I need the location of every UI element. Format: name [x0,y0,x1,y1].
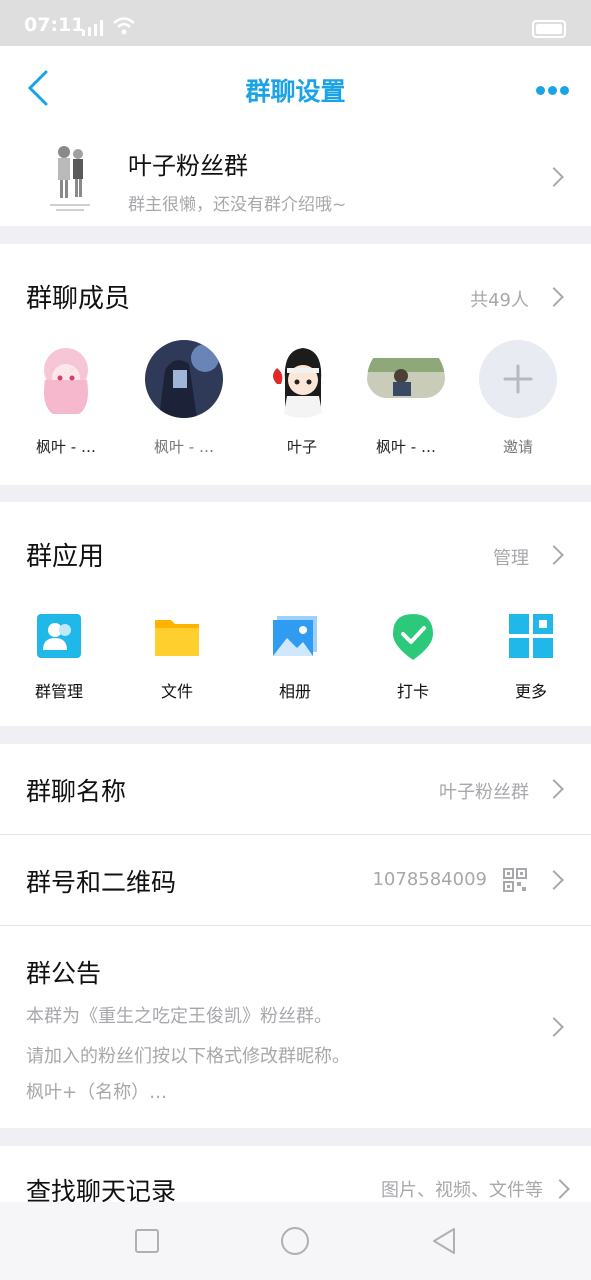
members-title: 群聊成员 [26,284,131,314]
wifi-icon [113,17,135,35]
home-icon[interactable] [280,1226,310,1256]
app-label: 群管理 [34,682,83,701]
chevron-right-icon [544,167,564,187]
app-label: 文件 [160,682,193,701]
recent-apps-icon[interactable] [134,1228,160,1254]
group-name: 叶子粉丝群 [128,152,248,180]
plus-icon [479,340,557,418]
folder-icon [155,620,199,656]
search-history-value: 图片、视频、文件等 [381,1180,543,1201]
more-grid-icon [509,614,553,658]
member-name: 枫叶 - … [376,438,436,456]
group-apps-card: 群应用 管理 群管理 文件 相册 打卡 更多 [0,502,591,726]
members-count[interactable]: 共49人 [470,286,529,312]
qr-code-icon[interactable] [503,868,527,892]
status-time: 07:11 [24,14,85,36]
group-notice-label: 群公告 [26,959,102,988]
member-avatar [367,340,445,418]
members-card: 群聊成员 共49人 枫叶 - … 枫叶 - … 叶子 枫叶 - … 邀请 [0,244,591,485]
member-item[interactable]: 叶子 [254,340,350,457]
chevron-right-icon[interactable] [544,287,564,307]
apps-manage-link[interactable]: 管理 [493,544,529,570]
group-id-label: 群号和二维码 [26,868,177,897]
app-group-manage[interactable]: 群管理 [11,612,107,702]
group-name-label: 群聊名称 [26,777,127,806]
group-name-value: 叶子粉丝群 [439,782,529,803]
app-album[interactable]: 相册 [247,612,343,702]
search-history-row[interactable]: 查找聊天记录 图片、视频、文件等 [0,1146,591,1206]
more-options-icon[interactable] [536,80,576,95]
group-avatar [46,138,94,216]
check-in-icon [393,614,433,660]
notice-text-line: 请加入的粉丝们按以下格式修改群昵称。 [26,1046,350,1067]
page-title: 群聊设置 [245,77,346,106]
group-header-card[interactable]: 叶子粉丝群 群主很懒，还没有群介绍哦~ [0,130,591,226]
app-files[interactable]: 文件 [129,612,225,702]
status-bar: 07:11 [0,0,591,46]
chevron-right-icon [544,779,564,799]
apps-title: 群应用 [26,542,105,572]
system-nav-bar [0,1202,591,1280]
chevron-right-icon [544,870,564,890]
photo-album-icon [273,616,317,656]
app-label: 打卡 [396,682,429,701]
battery-icon [532,20,566,38]
chevron-right-icon [550,1179,570,1199]
member-item[interactable]: 枫叶 - … [358,340,454,457]
group-notice-row[interactable]: 群公告 本群为《重生之吃定王俊凯》粉丝群。 请加入的粉丝们按以下格式修改群昵称。… [0,926,591,1128]
back-triangle-icon[interactable] [430,1226,458,1256]
member-item[interactable]: 枫叶 - … [136,340,232,457]
app-label: 相册 [278,682,311,701]
nav-bar: 群聊设置 [0,46,591,130]
member-name: 枫叶 - … [36,438,96,456]
member-name: 枫叶 - … [154,438,214,456]
group-description: 群主很懒，还没有群介绍哦~ [128,195,347,215]
signal-icon [82,20,103,36]
app-check-in[interactable]: 打卡 [365,612,461,702]
member-avatar [27,340,105,418]
group-id-row[interactable]: 群号和二维码 1078584009 [0,835,591,925]
member-avatar [145,340,223,418]
group-name-row[interactable]: 群聊名称 叶子粉丝群 [0,744,591,834]
member-avatar [263,340,341,418]
notice-text-line: 枫叶+（名称）… [26,1082,168,1103]
group-manage-icon [37,614,81,658]
notice-text-line: 本群为《重生之吃定王俊凯》粉丝群。 [26,1006,332,1027]
chevron-right-icon [544,1017,564,1037]
invite-label: 邀请 [502,438,533,456]
invite-member-button[interactable]: 邀请 [470,340,566,457]
member-item[interactable]: 枫叶 - … [18,340,114,457]
group-id-value: 1078584009 [372,869,487,890]
app-label: 更多 [514,682,547,701]
member-name: 叶子 [286,438,317,456]
app-more[interactable]: 更多 [483,612,579,702]
chevron-right-icon[interactable] [544,545,564,565]
